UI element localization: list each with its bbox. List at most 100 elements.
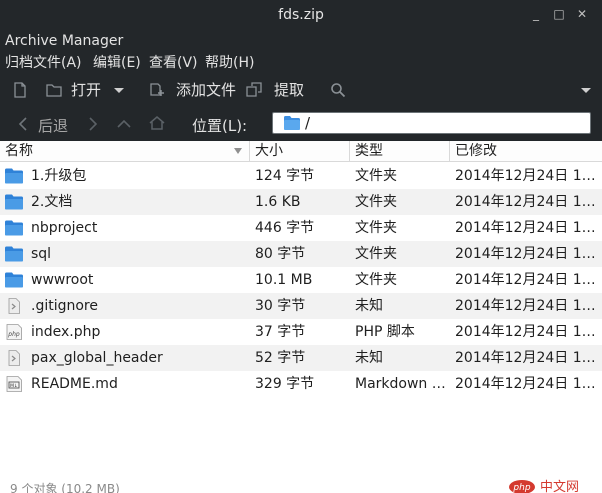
cell-modified: 2014年12月24日 1…	[455, 246, 596, 262]
folder-icon	[5, 220, 23, 236]
column-header-modified[interactable]: 已修改	[450, 141, 602, 161]
table-row[interactable]: php index.php 37 字节 PHP 脚本 2014年12月24日 1…	[0, 319, 602, 345]
sort-descending-icon	[234, 148, 242, 154]
svg-text:M↓: M↓	[10, 383, 18, 389]
file-name: README.md	[31, 376, 118, 392]
cell-type: PHP 脚本	[355, 324, 415, 340]
cell-size: 124 字节	[255, 168, 315, 184]
cell-name: 1.升级包	[0, 163, 250, 189]
cell-type: 文件夹	[355, 220, 397, 236]
folder-icon	[284, 116, 300, 130]
cell-size: 80 字节	[255, 246, 306, 262]
file-name: index.php	[31, 324, 101, 340]
cell-size: 37 字节	[255, 324, 306, 340]
file-list: 名称 大小 类型 已修改 1.升级包 124 字节 文件夹 2014年12月24日 1…	[0, 141, 602, 493]
up-arrow-icon[interactable]	[116, 116, 132, 132]
close-button[interactable]: ✕	[573, 6, 591, 22]
toolbar: 打开 添加文件 提取	[0, 72, 602, 108]
menu-help[interactable]: 帮助(H)	[205, 52, 254, 72]
table-row[interactable]: 2.文档 1.6 KB 文件夹 2014年12月24日 1…	[0, 189, 602, 215]
cell-modified: 2014年12月24日 1…	[455, 194, 596, 210]
cell-name: pax_global_header	[0, 345, 250, 371]
unknown-file-icon	[8, 298, 20, 314]
cell-name: wwwroot	[0, 267, 250, 293]
cell-name: M↓ README.md	[0, 371, 250, 397]
cell-modified: 2014年12月24日 1…	[455, 324, 596, 340]
cell-name: .gitignore	[0, 293, 250, 319]
table-row[interactable]: wwwroot 10.1 MB 文件夹 2014年12月24日 1…	[0, 267, 602, 293]
file-name: pax_global_header	[31, 350, 163, 366]
location-label: 位置(L):	[192, 117, 248, 135]
folder-open-icon[interactable]	[46, 82, 62, 98]
file-name: 1.升级包	[31, 168, 87, 184]
menu-edit[interactable]: 编辑(E)	[93, 52, 141, 72]
file-name: 2.文档	[31, 194, 73, 210]
column-header-type[interactable]: 类型	[350, 141, 450, 161]
table-row[interactable]: 1.升级包 124 字节 文件夹 2014年12月24日 1…	[0, 163, 602, 189]
markdown-file-icon: M↓	[6, 376, 22, 392]
back-arrow-icon[interactable]	[16, 116, 32, 132]
cell-modified: 2014年12月24日 1…	[455, 168, 596, 184]
extract-button[interactable]: 提取	[274, 79, 304, 100]
cell-name: php index.php	[0, 319, 250, 345]
app-name: Archive Manager	[5, 33, 124, 49]
svg-text:php: php	[7, 331, 20, 338]
location-path: /	[305, 114, 311, 132]
table-row[interactable]: nbproject 446 字节 文件夹 2014年12月24日 1…	[0, 215, 602, 241]
cell-type: 文件夹	[355, 246, 397, 262]
folder-icon	[5, 246, 23, 262]
folder-icon	[5, 194, 23, 210]
folder-icon	[5, 272, 23, 288]
table-row[interactable]: M↓ README.md 329 字节 Markdown … 2014年12月24日 1…	[0, 371, 602, 397]
file-name: nbproject	[31, 220, 98, 236]
file-name: sql	[31, 246, 52, 262]
table-row[interactable]: pax_global_header 52 字节 未知 2014年12月24日 1…	[0, 345, 602, 371]
chevron-down-icon[interactable]	[111, 83, 127, 99]
status-text: 9 个对象 (10.2 MB)	[10, 482, 120, 493]
list-header: 名称 大小 类型 已修改	[0, 141, 602, 162]
svg-text:php: php	[512, 483, 530, 493]
title-bar: fds.zip _ □ ✕	[0, 0, 602, 32]
cell-size: 329 字节	[255, 376, 315, 392]
cell-modified: 2014年12月24日 1…	[455, 220, 596, 236]
menu-chevron-icon[interactable]	[578, 83, 594, 99]
php-file-icon: php	[6, 324, 22, 340]
app-name-bar: Archive Manager	[0, 32, 602, 50]
table-row[interactable]: sql 80 字节 文件夹 2014年12月24日 1…	[0, 241, 602, 267]
php-cn-watermark-logo: php 中文网	[509, 480, 579, 493]
maximize-button[interactable]: □	[550, 6, 568, 22]
menu-view[interactable]: 查看(V)	[149, 52, 198, 72]
add-files-button[interactable]: 添加文件	[176, 79, 236, 100]
unknown-file-icon	[8, 350, 20, 366]
table-row[interactable]: .gitignore 30 字节 未知 2014年12月24日 1…	[0, 293, 602, 319]
menu-archive[interactable]: 归档文件(A)	[5, 52, 82, 72]
forward-arrow-icon[interactable]	[84, 116, 100, 132]
add-files-icon[interactable]	[149, 82, 165, 98]
column-header-size[interactable]: 大小	[250, 141, 350, 161]
cell-type: 未知	[355, 350, 383, 366]
folder-icon	[5, 168, 23, 184]
minimize-button[interactable]: _	[527, 6, 545, 22]
menu-bar: 归档文件(A) 编辑(E) 查看(V) 帮助(H)	[0, 50, 602, 72]
cell-modified: 2014年12月24日 1…	[455, 376, 596, 392]
cell-size: 10.1 MB	[255, 272, 313, 288]
open-button[interactable]: 打开	[71, 79, 101, 100]
cell-size: 52 字节	[255, 350, 306, 366]
location-bar: 后退 位置(L): /	[0, 108, 602, 141]
file-name: .gitignore	[31, 298, 98, 314]
cell-name: sql	[0, 241, 250, 267]
cell-modified: 2014年12月24日 1…	[455, 350, 596, 366]
search-icon[interactable]	[330, 82, 346, 98]
new-archive-icon[interactable]	[12, 82, 28, 98]
cell-size: 30 字节	[255, 298, 306, 314]
cell-type: 文件夹	[355, 194, 397, 210]
cell-type: 未知	[355, 298, 383, 314]
home-icon[interactable]	[149, 115, 165, 131]
extract-icon[interactable]	[246, 82, 262, 98]
cell-size: 1.6 KB	[255, 194, 301, 210]
cell-type: 文件夹	[355, 168, 397, 184]
back-button[interactable]: 后退	[38, 115, 68, 136]
location-field[interactable]: /	[272, 112, 591, 134]
cell-size: 446 字节	[255, 220, 315, 236]
column-header-name[interactable]: 名称	[0, 141, 250, 161]
